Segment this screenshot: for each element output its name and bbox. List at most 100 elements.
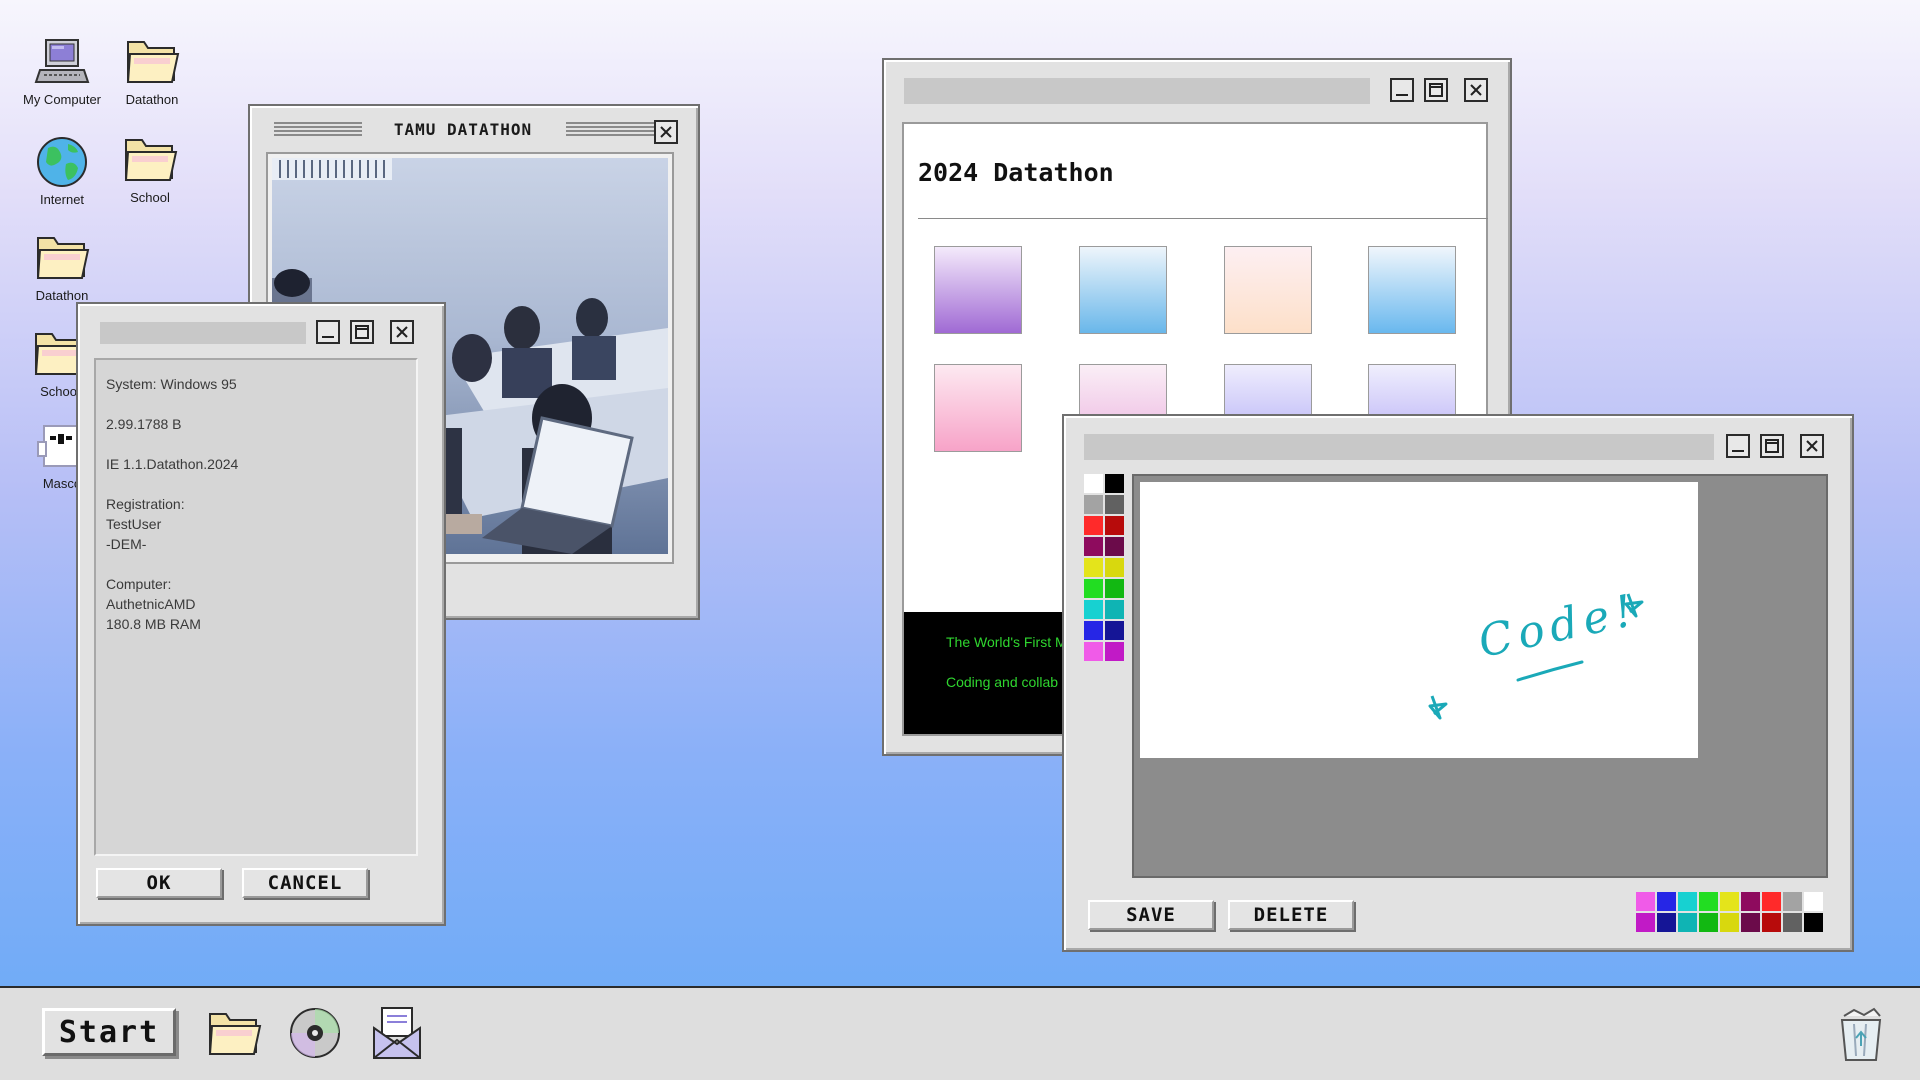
color-swatch[interactable] bbox=[1084, 558, 1103, 577]
folder-icon bbox=[208, 1013, 262, 1055]
close-button[interactable] bbox=[390, 320, 414, 344]
color-swatch[interactable] bbox=[1105, 516, 1124, 535]
color-swatch[interactable] bbox=[1783, 892, 1802, 911]
color-swatch[interactable] bbox=[1804, 892, 1823, 911]
recycle-bin-icon bbox=[1840, 1007, 1882, 1061]
color-swatch[interactable] bbox=[1636, 913, 1655, 932]
color-swatch[interactable] bbox=[1084, 642, 1103, 661]
taskbar-cd[interactable] bbox=[286, 1004, 346, 1064]
color-swatch[interactable] bbox=[1105, 642, 1124, 661]
folder-icon bbox=[36, 237, 90, 279]
color-swatch[interactable] bbox=[1105, 621, 1124, 640]
desktop-icon-internet[interactable]: Internet bbox=[12, 134, 112, 208]
cancel-button[interactable]: CANCEL bbox=[242, 868, 368, 898]
canvas-workspace: Code! bbox=[1132, 474, 1828, 878]
gradient-swatch[interactable] bbox=[1368, 246, 1456, 334]
folder-icon bbox=[124, 139, 178, 181]
delete-button[interactable]: DELETE bbox=[1228, 900, 1354, 930]
system-info-panel: System: Windows 95 2.99.1788 B IE 1.1.Da… bbox=[94, 358, 418, 856]
color-swatch[interactable] bbox=[1105, 579, 1124, 598]
color-swatch[interactable] bbox=[1678, 892, 1697, 911]
maximize-icon bbox=[1765, 439, 1779, 453]
close-button[interactable] bbox=[1464, 78, 1488, 102]
desktop-icon-datathon-2[interactable]: Datathon bbox=[12, 228, 112, 304]
drawing-canvas[interactable]: Code! bbox=[1140, 482, 1698, 758]
minimize-icon bbox=[1732, 450, 1744, 452]
cd-icon bbox=[290, 1008, 340, 1058]
maximize-button[interactable] bbox=[1424, 78, 1448, 102]
color-swatch[interactable] bbox=[1657, 892, 1676, 911]
color-swatch[interactable] bbox=[1783, 913, 1802, 932]
minimize-button[interactable] bbox=[316, 320, 340, 344]
taskbar-mail[interactable] bbox=[368, 1004, 428, 1064]
color-swatch[interactable] bbox=[1720, 892, 1739, 911]
maximize-icon bbox=[355, 325, 369, 339]
color-swatch[interactable] bbox=[1084, 600, 1103, 619]
maximize-button[interactable] bbox=[1760, 434, 1784, 458]
version-line: 2.99.1788 B bbox=[106, 416, 182, 432]
gradient-swatch[interactable] bbox=[1079, 246, 1167, 334]
color-swatch[interactable] bbox=[1105, 600, 1124, 619]
desktop-icon-label: School bbox=[130, 190, 170, 205]
folder-icon bbox=[126, 41, 180, 83]
color-swatch[interactable] bbox=[1741, 913, 1760, 932]
desktop-icon-datathon[interactable]: Datathon bbox=[102, 32, 202, 108]
ok-button[interactable]: OK bbox=[96, 868, 222, 898]
close-button[interactable] bbox=[654, 120, 678, 144]
paint-window[interactable]: Code! SAVE DELETE bbox=[1062, 414, 1854, 952]
color-swatch[interactable] bbox=[1084, 621, 1103, 640]
heading-divider bbox=[918, 218, 1488, 219]
color-swatch[interactable] bbox=[1699, 892, 1718, 911]
color-swatch[interactable] bbox=[1762, 892, 1781, 911]
color-swatch[interactable] bbox=[1105, 558, 1124, 577]
color-swatch[interactable] bbox=[1084, 537, 1103, 556]
minimize-button[interactable] bbox=[1390, 78, 1414, 102]
title-stripes-right bbox=[566, 122, 658, 138]
desktop-icon-label: Datathon bbox=[125, 92, 179, 107]
desktop-icon-school[interactable]: School bbox=[100, 130, 200, 206]
recycle-bin[interactable] bbox=[1834, 1006, 1890, 1066]
color-swatch[interactable] bbox=[1084, 579, 1103, 598]
computer-icon bbox=[34, 39, 90, 83]
minimize-icon bbox=[1396, 94, 1408, 96]
start-button[interactable]: Start bbox=[42, 1008, 176, 1056]
close-icon bbox=[660, 126, 672, 138]
color-swatch[interactable] bbox=[1678, 913, 1697, 932]
color-swatch[interactable] bbox=[1657, 913, 1676, 932]
gradient-swatch[interactable] bbox=[1224, 246, 1312, 334]
color-swatch[interactable] bbox=[1804, 913, 1823, 932]
color-swatch[interactable] bbox=[1105, 495, 1124, 514]
maximize-button[interactable] bbox=[350, 320, 374, 344]
photo-window-title: TAMU DATATHON bbox=[393, 120, 533, 139]
color-swatch[interactable] bbox=[1105, 537, 1124, 556]
minimize-button[interactable] bbox=[1726, 434, 1750, 458]
color-swatch[interactable] bbox=[1084, 495, 1103, 514]
save-button[interactable]: SAVE bbox=[1088, 900, 1214, 930]
color-swatch[interactable] bbox=[1699, 913, 1718, 932]
footer-line-2: Coding and collab bbox=[946, 674, 1059, 690]
close-icon bbox=[396, 326, 408, 338]
color-swatch[interactable] bbox=[1720, 913, 1739, 932]
computer-block: Computer: AuthetnicAMD 180.8 MB RAM bbox=[106, 576, 201, 632]
color-swatch[interactable] bbox=[1762, 913, 1781, 932]
taskbar-folder[interactable] bbox=[204, 1004, 264, 1064]
color-swatch[interactable] bbox=[1636, 892, 1655, 911]
desktop-icon-my-computer[interactable]: My Computer bbox=[12, 34, 112, 108]
footer-line-1: The World's First M bbox=[946, 634, 1067, 650]
ie-line: IE 1.1.Datathon.2024 bbox=[106, 456, 239, 472]
globe-icon bbox=[37, 137, 87, 187]
taskbar: Start bbox=[0, 986, 1920, 1080]
color-swatch[interactable] bbox=[1084, 474, 1103, 493]
color-swatch[interactable] bbox=[1741, 892, 1760, 911]
color-swatch[interactable] bbox=[1084, 516, 1103, 535]
system-info-window[interactable]: System: Windows 95 2.99.1788 B IE 1.1.Da… bbox=[76, 302, 446, 926]
bottom-color-palette bbox=[1636, 892, 1828, 934]
gradient-swatch[interactable] bbox=[934, 246, 1022, 334]
color-swatch[interactable] bbox=[1105, 474, 1124, 493]
side-color-palette bbox=[1084, 474, 1126, 664]
title-bar bbox=[1084, 434, 1714, 460]
canvas-scribbles bbox=[1428, 593, 1644, 720]
close-button[interactable] bbox=[1800, 434, 1824, 458]
registration-block: Registration: TestUser -DEM- bbox=[106, 496, 185, 552]
gradient-swatch[interactable] bbox=[934, 364, 1022, 452]
